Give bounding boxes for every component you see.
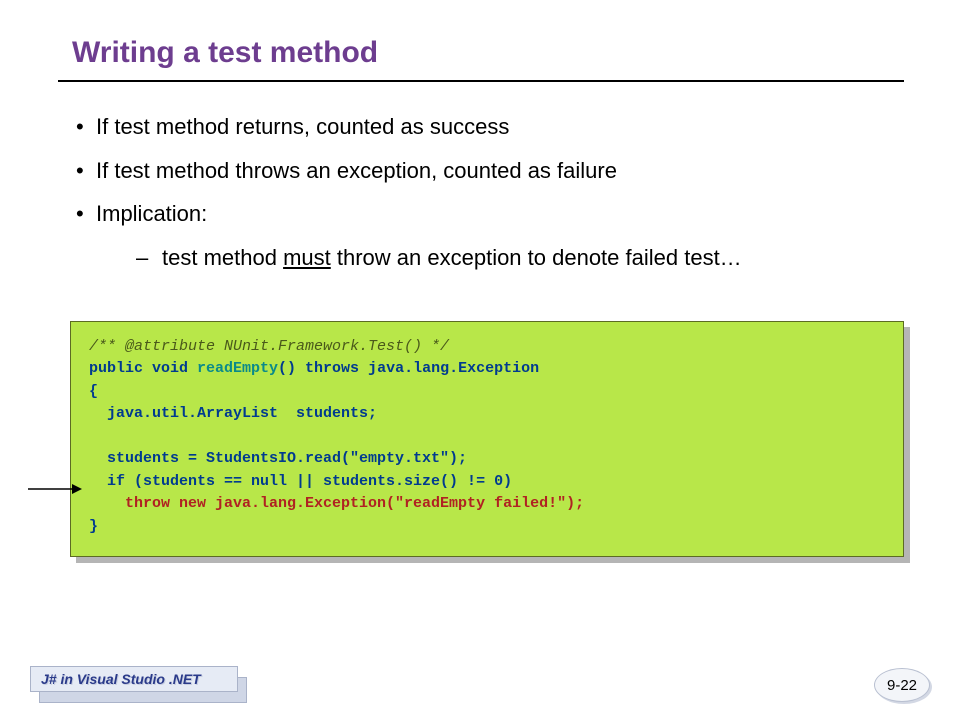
bullet-list: If test method returns, counted as succe… [72,112,904,273]
code-line-1: /** @attribute NUnit.Framework.Test() */ [89,338,449,355]
code-line-7: if (students == null || students.size() … [89,473,512,490]
bullet-2: If test method throws an exception, coun… [72,156,904,186]
bullet-1: If test method returns, counted as succe… [72,112,904,142]
code-block: /** @attribute NUnit.Framework.Test() */… [70,321,904,558]
code-line-9: } [89,518,98,535]
footer-label: J# in Visual Studio .NET [41,671,201,687]
code-line-2a: public void [89,360,197,377]
code-line-2b: readEmpty [197,360,278,377]
code-line-3: { [89,383,98,400]
sub-1-post: throw an exception to denote failed test… [331,245,742,270]
sub-1: test method must throw an exception to d… [136,243,904,273]
arrow-icon [28,483,84,485]
page-number: 9-22 [887,677,917,694]
sub-1-pre: test method [162,245,283,270]
footer-bar: J# in Visual Studio .NET [30,666,238,692]
sub-1-underline: must [283,245,331,270]
sub-list: test method must throw an exception to d… [136,243,904,273]
bullet-3: Implication: test method must throw an e… [72,199,904,272]
title-rule [58,80,904,82]
page-number-wrap: 9-22 [872,666,930,702]
bullet-3-text: Implication: [96,201,207,226]
code-line-8: throw new java.lang.Exception("readEmpty… [89,495,584,512]
footer: J# in Visual Studio .NET 9-22 [30,666,930,700]
code-block-wrap: /** @attribute NUnit.Framework.Test() */… [70,321,904,558]
code-line-6: students = StudentsIO.read("empty.txt"); [89,450,467,467]
code-line-4: java.util.ArrayList students; [89,405,377,422]
slide-title: Writing a test method [72,36,904,70]
page-number-oval: 9-22 [874,668,930,702]
code-line-2c: () throws java.lang.Exception [278,360,539,377]
